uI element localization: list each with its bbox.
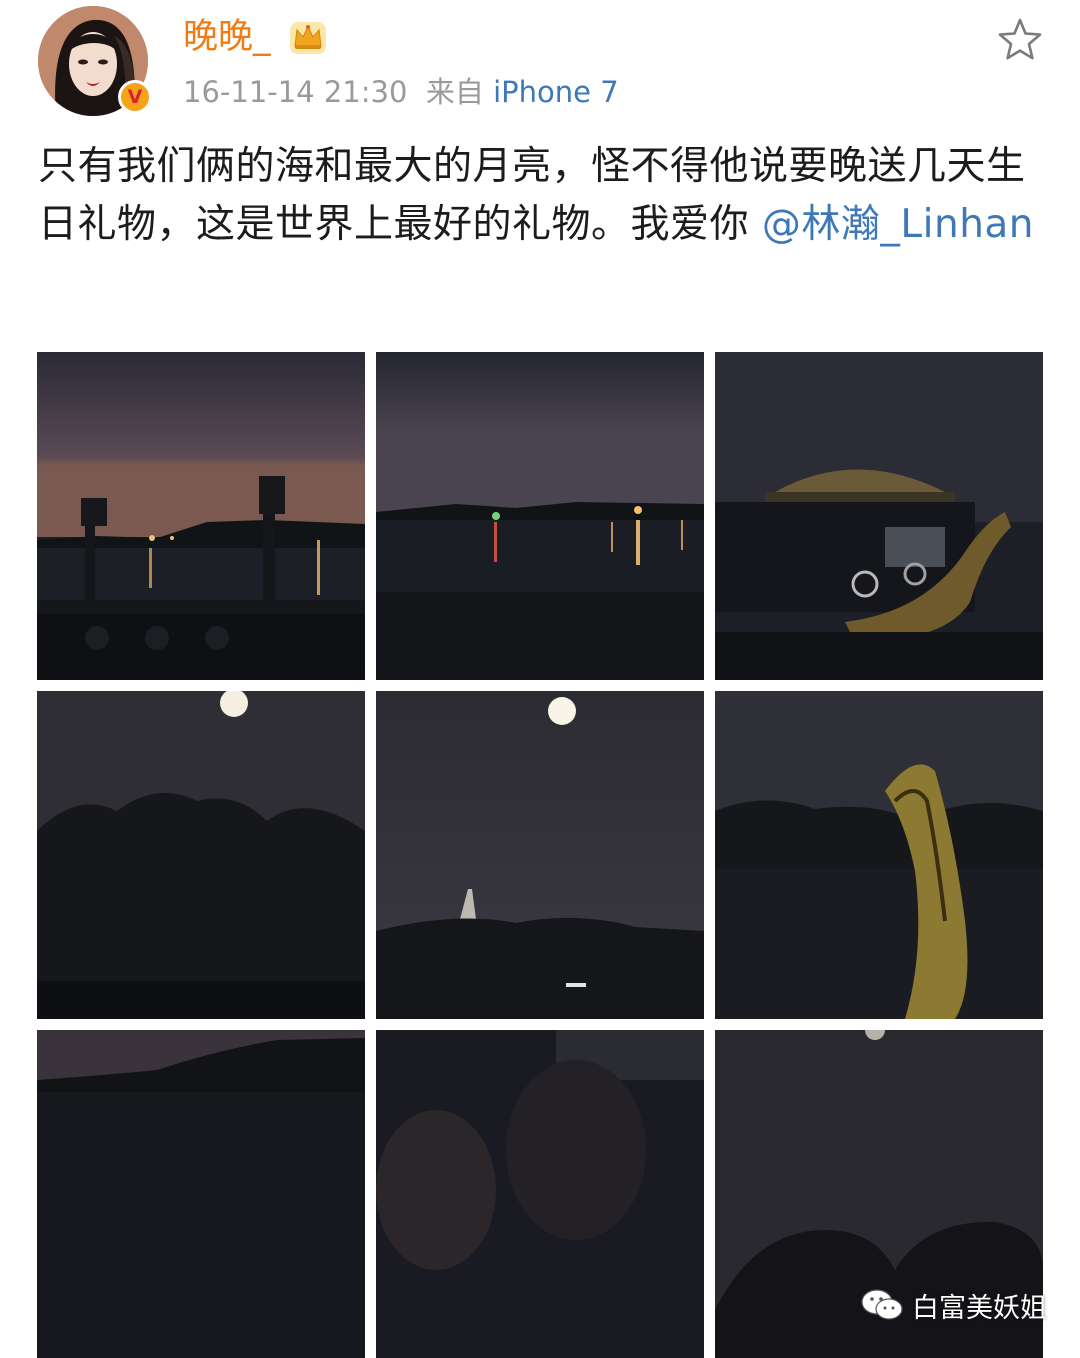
photo-1[interactable] bbox=[37, 352, 365, 680]
avatar[interactable]: V bbox=[38, 6, 152, 116]
post-meta: 16-11-14 21:30 来自 iPhone 7 bbox=[183, 72, 619, 112]
photo-4[interactable] bbox=[37, 691, 365, 1019]
source-prefix: 来自 bbox=[425, 75, 484, 109]
watermark-text: 白富美妖姐 bbox=[912, 1292, 1047, 1324]
verified-badge-icon: V bbox=[118, 80, 152, 114]
post-timestamp: 16-11-14 21:30 bbox=[183, 75, 408, 109]
device-link[interactable]: iPhone 7 bbox=[493, 75, 619, 109]
photo-7[interactable] bbox=[37, 1030, 365, 1358]
photo-8[interactable] bbox=[376, 1030, 704, 1358]
post-body: 只有我们俩的海和最大的月亮，怪不得他说要晚送几天生日礼物，这是世界上最好的礼物。… bbox=[38, 138, 1048, 254]
photo-6[interactable] bbox=[715, 691, 1043, 1019]
crown-icon bbox=[290, 22, 326, 54]
favorite-star-icon[interactable] bbox=[996, 16, 1044, 64]
photo-3[interactable] bbox=[715, 352, 1043, 680]
photo-grid bbox=[37, 352, 1044, 1358]
photo-5[interactable] bbox=[376, 691, 704, 1019]
photo-2[interactable] bbox=[376, 352, 704, 680]
mention-link[interactable]: @林瀚_Linhan bbox=[762, 202, 1034, 247]
watermark: 白富美妖姐 bbox=[860, 1284, 1047, 1326]
username-link[interactable]: 晚晚_ bbox=[183, 14, 271, 60]
wechat-icon bbox=[861, 1289, 903, 1320]
